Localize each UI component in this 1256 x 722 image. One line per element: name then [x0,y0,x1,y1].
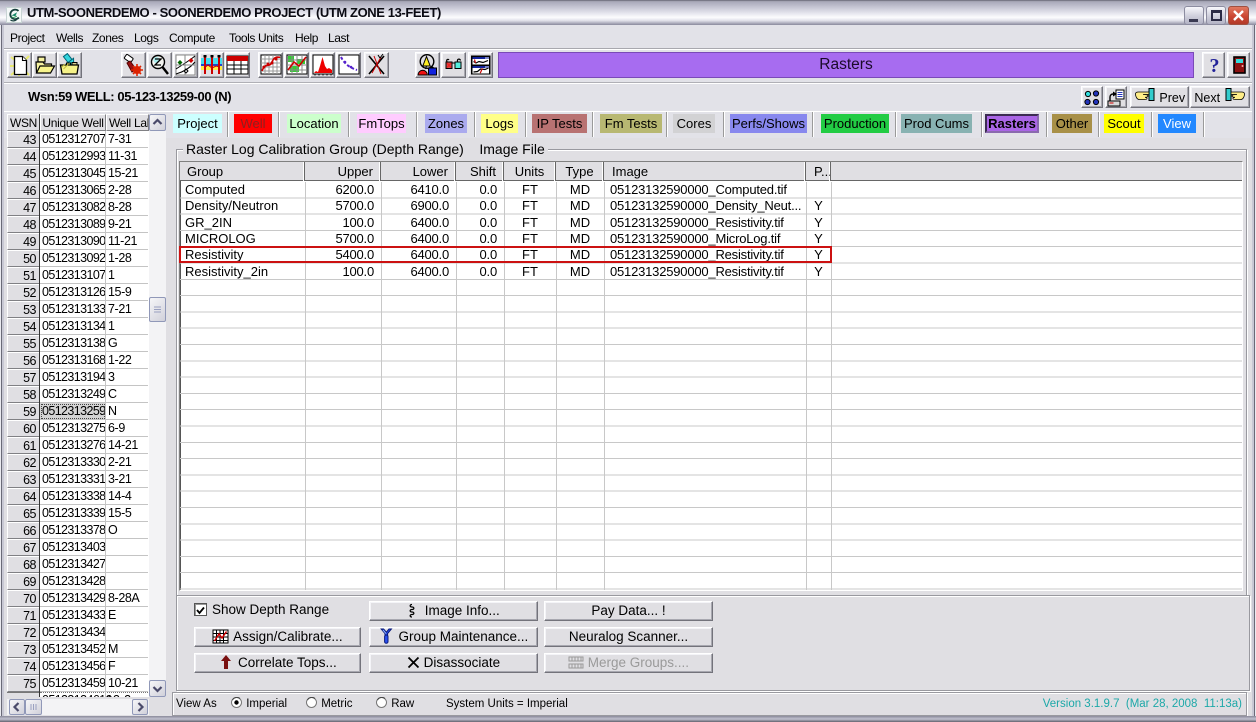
svg-text:?: ? [1210,55,1220,77]
